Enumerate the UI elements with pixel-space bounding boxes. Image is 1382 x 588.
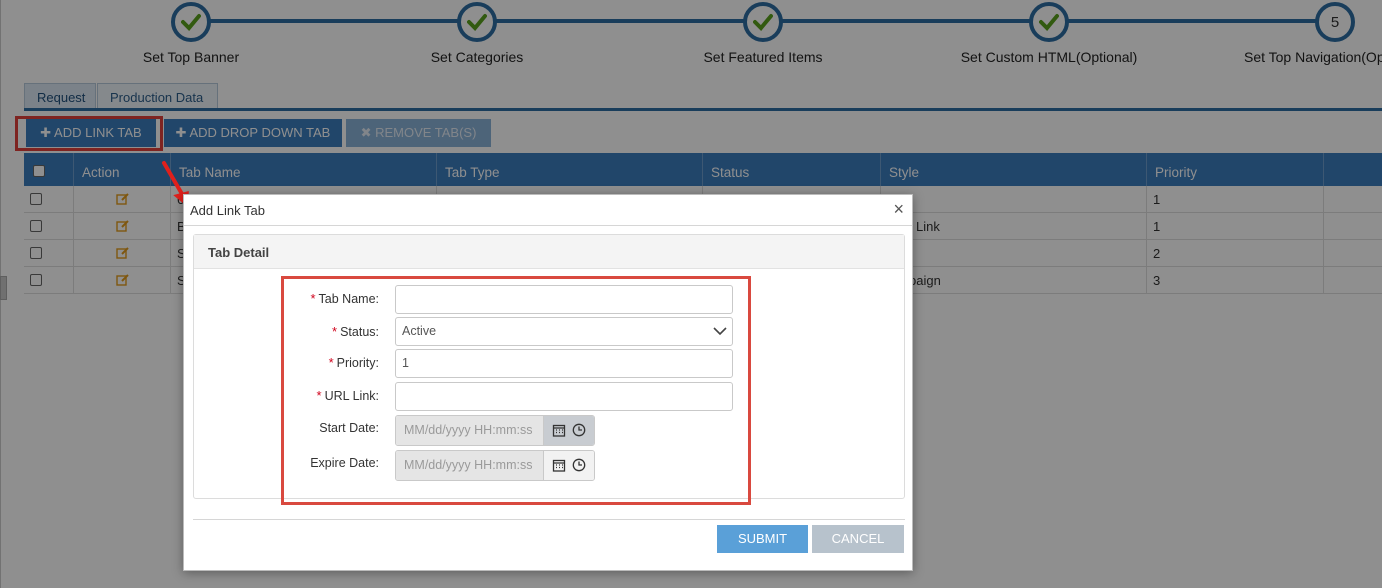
required-marker: * (332, 324, 338, 339)
clock-icon[interactable] (572, 458, 586, 472)
dialog-footer-divider (193, 519, 905, 520)
tab-name-label: * Tab Name: (184, 291, 379, 306)
status-value: Active (402, 324, 437, 338)
dialog-header: Add Link Tab × (184, 195, 912, 226)
priority-input[interactable]: 1 (395, 349, 733, 378)
submit-button[interactable]: SUBMIT (717, 525, 808, 553)
status-label: * Status: (184, 324, 379, 339)
start-date-picker: MM/dd/yyyy HH:mm:ss (395, 415, 595, 446)
priority-label: * Priority: (184, 355, 379, 370)
url-link-label: * URL Link: (184, 388, 379, 403)
add-link-tab-dialog: Add Link Tab × Tab Detail * Tab Name: * St… (183, 194, 913, 571)
calendar-icon[interactable] (552, 458, 566, 472)
close-icon[interactable]: × (893, 200, 904, 218)
panel-header: Tab Detail (194, 235, 904, 269)
panel-title: Tab Detail (208, 245, 270, 260)
dialog-title: Add Link Tab (190, 203, 265, 218)
start-date-buttons (544, 416, 594, 445)
field-label: URL Link: (324, 389, 379, 403)
field-label: Tab Name: (318, 292, 379, 306)
expire-date-buttons (544, 451, 594, 480)
required-marker: * (310, 291, 316, 306)
url-link-input[interactable] (395, 382, 733, 411)
clock-icon[interactable] (572, 423, 586, 437)
expire-date-label: Expire Date: (310, 456, 379, 470)
calendar-icon[interactable] (552, 423, 566, 437)
expire-date-input[interactable]: MM/dd/yyyy HH:mm:ss (396, 451, 544, 480)
field-label: Priority: (336, 356, 379, 370)
expire-date-picker: MM/dd/yyyy HH:mm:ss (395, 450, 595, 481)
field-label: Status: (340, 325, 379, 339)
start-date-input[interactable]: MM/dd/yyyy HH:mm:ss (396, 416, 544, 445)
cancel-button[interactable]: CANCEL (812, 525, 904, 553)
start-date-label: Start Date: (319, 421, 379, 435)
required-marker: * (316, 388, 322, 403)
status-select[interactable]: Active (395, 317, 733, 346)
tab-name-input[interactable] (395, 285, 733, 314)
required-marker: * (328, 355, 334, 370)
chevron-down-icon (713, 327, 727, 336)
